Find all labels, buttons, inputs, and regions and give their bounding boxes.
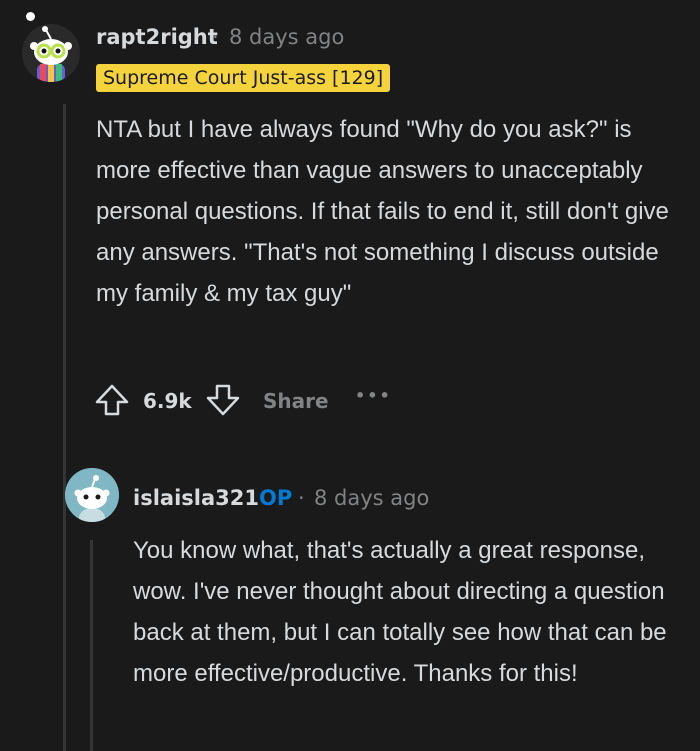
upvote-icon[interactable] xyxy=(94,382,130,422)
reply-thread-line[interactable] xyxy=(90,540,93,751)
comment-body: NTA but I have always found "Why do you … xyxy=(96,109,676,314)
vote-score: 6.9k xyxy=(143,389,192,413)
reply-avatar[interactable] xyxy=(65,468,119,522)
comment-body-text: NTA but I have always found "Why do you … xyxy=(96,116,669,307)
meta-separator: · xyxy=(212,25,219,49)
more-options-button[interactable]: ••• xyxy=(355,386,392,405)
snoo-avatar-icon xyxy=(65,468,119,522)
downvote-icon[interactable] xyxy=(205,382,241,422)
comment-timestamp[interactable]: 8 days ago xyxy=(229,25,344,49)
share-button[interactable]: Share xyxy=(263,389,329,413)
reply-timestamp[interactable]: 8 days ago xyxy=(314,486,429,510)
avatar-dot xyxy=(26,12,35,21)
reply-username[interactable]: islaisla321 xyxy=(133,486,259,510)
reply-meta-separator: · xyxy=(298,486,305,510)
avatar[interactable] xyxy=(22,24,80,82)
reply-body: You know what, that's actually a great r… xyxy=(133,530,683,694)
snoo-avatar-icon xyxy=(22,24,80,82)
user-flair: Supreme Court Just-ass [129] xyxy=(96,64,391,92)
reply-body-text: You know what, that's actually a great r… xyxy=(133,537,667,687)
comment-username[interactable]: rapt2right xyxy=(96,25,218,49)
op-badge: OP xyxy=(259,486,293,510)
thread-line[interactable] xyxy=(63,104,66,751)
